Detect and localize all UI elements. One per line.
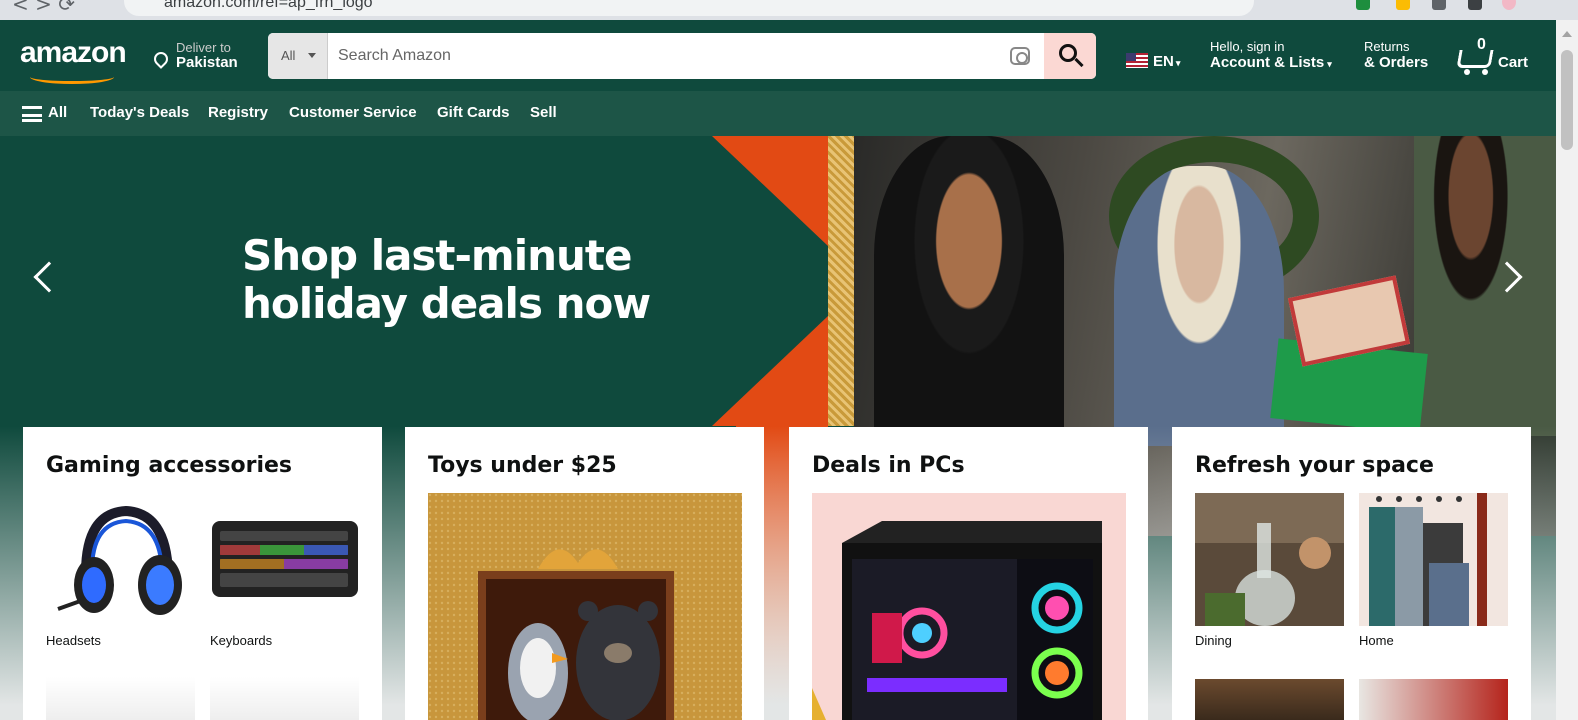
keyboard-image (212, 521, 358, 597)
caret-down-icon (308, 53, 316, 62)
tile-label: Headsets (46, 633, 101, 648)
nav-sell[interactable]: Sell (530, 104, 557, 121)
search-bar: All (268, 33, 1096, 79)
location-pin-icon (151, 49, 171, 69)
headset-image (57, 505, 182, 615)
nav-gift-cards[interactable]: Gift Cards (437, 104, 510, 121)
search-input[interactable] (330, 33, 1030, 79)
tile-label: Dining (1195, 633, 1232, 648)
puzzle-icon[interactable] (1432, 0, 1446, 10)
extension-icon[interactable] (1356, 0, 1370, 10)
cart-wheel (1464, 69, 1470, 75)
orders-label: & Orders (1364, 54, 1429, 71)
nav-all[interactable]: All (48, 104, 67, 121)
pc-illustration (812, 493, 1126, 720)
caret-down-icon: ▾ (1327, 59, 1332, 69)
tile-peek (1359, 679, 1508, 720)
back-forward-reload-icons[interactable]: < > ⟳ (12, 0, 75, 16)
returns-label: Returns (1364, 39, 1410, 54)
account-label: Account & Lists (1210, 54, 1325, 71)
card-title[interactable]: Gaming accessories (46, 453, 292, 478)
toys-illustration (428, 493, 742, 720)
hero-headline: Shop last-minute holiday deals now (242, 231, 651, 328)
dining-image (1195, 493, 1344, 626)
tile-home[interactable]: Home (1359, 493, 1508, 648)
search-icon-handle (1074, 57, 1084, 68)
person-center (1114, 166, 1284, 446)
pc-image[interactable] (812, 493, 1126, 720)
deliver-label: Deliver to (176, 40, 231, 55)
search-category-dropdown[interactable]: All (268, 33, 328, 79)
hero-line-1: Shop last-minute (242, 231, 632, 280)
logo-smile-icon (30, 70, 114, 84)
tile-peek (1195, 679, 1344, 720)
browser-toolbar: < > ⟳ amazon.com/ref=ap_frn_logo (0, 0, 1578, 20)
card-title[interactable]: Refresh your space (1195, 453, 1434, 478)
sub-navigation: All Today's Deals Registry Customer Serv… (0, 91, 1556, 136)
card-deals-in-pcs: Deals in PCs (789, 427, 1148, 720)
cart-label: Cart (1498, 54, 1529, 71)
tile-peek (210, 677, 359, 720)
language-selector[interactable]: EN ▾ (1126, 53, 1180, 70)
card-title[interactable]: Toys under $25 (428, 453, 617, 478)
card-gaming-accessories: Gaming accessories Headsets Keyboards (23, 427, 382, 720)
extension-icon[interactable] (1396, 0, 1410, 10)
window-icon[interactable] (1468, 0, 1482, 10)
hamburger-menu-icon[interactable] (22, 106, 42, 122)
scroll-thumb[interactable] (1561, 50, 1573, 150)
hero-line-2: holiday deals now (242, 279, 651, 328)
decorative-triangle (712, 316, 828, 426)
carousel-prev-icon[interactable] (33, 261, 65, 293)
page-scrollbar[interactable] (1556, 20, 1578, 720)
account-lists[interactable]: Hello, sign in Account & Lists ▾ (1210, 39, 1332, 71)
camera-search-icon[interactable] (1010, 47, 1030, 65)
logo-text: amazon (20, 36, 127, 69)
person-right (1414, 136, 1556, 436)
address-bar-url[interactable]: amazon.com/ref=ap_frn_logo (164, 0, 373, 12)
language-label: EN (1153, 53, 1174, 70)
caret-down-icon: ▾ (1175, 58, 1181, 68)
tile-keyboards[interactable]: Keyboards (210, 493, 359, 648)
decorative-triangle (712, 136, 828, 246)
cart-button[interactable]: 0 Cart (1454, 36, 1544, 76)
tile-label: Home (1359, 633, 1394, 648)
nav-todays-deals[interactable]: Today's Deals (90, 104, 189, 121)
us-flag-icon (1126, 53, 1148, 68)
nav-customer-service[interactable]: Customer Service (289, 104, 417, 121)
card-refresh-your-space: Refresh your space Dining Home (1172, 427, 1531, 720)
tile-dining[interactable]: Dining (1195, 493, 1344, 648)
search-category-label: All (281, 48, 296, 63)
toys-image[interactable] (428, 493, 742, 720)
search-button[interactable] (1044, 33, 1096, 79)
home-image (1359, 493, 1508, 626)
tile-headsets[interactable]: Headsets (46, 493, 195, 648)
cart-icon (1456, 50, 1494, 68)
returns-orders[interactable]: Returns & Orders (1364, 39, 1428, 71)
deliver-country: Pakistan (176, 54, 238, 71)
card-title[interactable]: Deals in PCs (812, 453, 965, 478)
account-greeting: Hello, sign in (1210, 39, 1285, 54)
tile-label: Keyboards (210, 633, 273, 648)
profile-avatar[interactable] (1502, 0, 1516, 10)
tile-peek (46, 677, 195, 720)
gold-glitter-strip (828, 136, 854, 426)
site-header: amazon Deliver to Pakistan All EN▾ Hello… (0, 20, 1556, 91)
amazon-logo[interactable]: amazon (20, 36, 127, 84)
nav-registry[interactable]: Registry (208, 104, 268, 121)
cart-wheel (1482, 69, 1488, 75)
person-left (874, 136, 1064, 436)
scroll-up-icon[interactable] (1562, 26, 1572, 37)
card-toys-under-25: Toys under $25 (405, 427, 764, 720)
